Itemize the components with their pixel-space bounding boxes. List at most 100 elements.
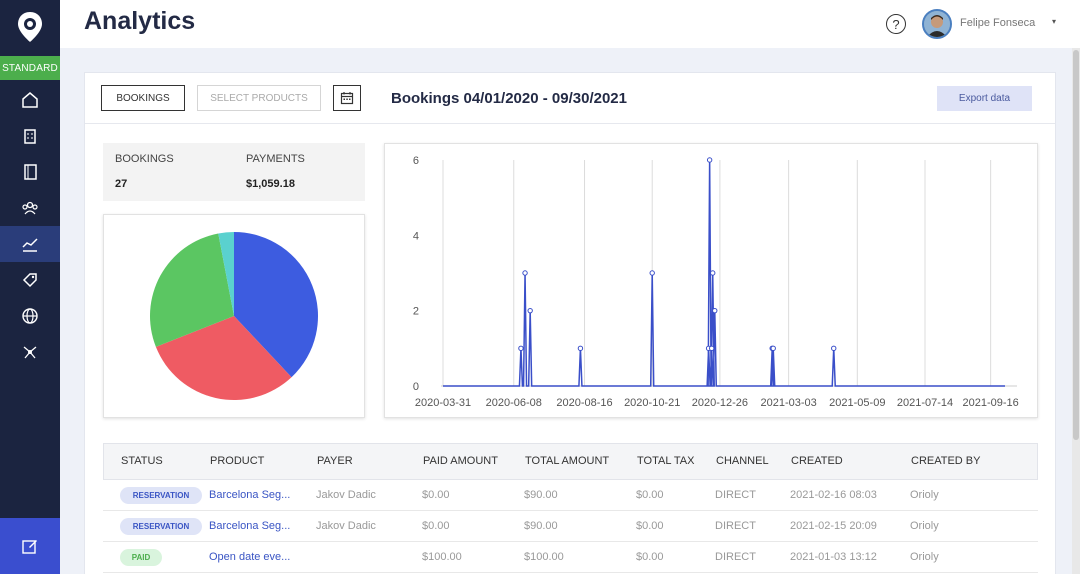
th-product[interactable]: PRODUCT (210, 455, 264, 467)
paid-amount-cell: $100.00 (422, 551, 462, 563)
data-point[interactable] (522, 270, 528, 276)
home-icon (22, 92, 38, 108)
payer-cell: Jakov Dadic (316, 489, 376, 501)
location-pin-logo-icon (18, 12, 42, 42)
tag-icon (22, 273, 37, 288)
y-tick-label: 6 (413, 155, 419, 167)
y-tick-label: 2 (413, 306, 419, 318)
payments-summary-label: PAYMENTS (246, 153, 305, 165)
product-link[interactable]: Open date eve... (209, 551, 290, 563)
status-badge: PAID (120, 549, 162, 566)
th-paid-amount[interactable]: PAID AMOUNT (423, 455, 498, 467)
bookings-button[interactable]: BOOKINGS (101, 85, 185, 111)
table-row[interactable]: RESERVATION Barcelona Seg... Jakov Dadic… (103, 480, 1038, 511)
th-total-amount[interactable]: TOTAL AMOUNT (525, 455, 609, 467)
export-data-button[interactable]: Export data (937, 86, 1032, 111)
x-tick-label: 2020-10-21 (624, 397, 680, 409)
table-header: STATUS PRODUCT PAYER PAID AMOUNT TOTAL A… (103, 443, 1038, 480)
table-row[interactable]: PAID Open date eve... $100.00 $100.00 $0… (103, 542, 1038, 573)
nav-bookings[interactable] (0, 154, 60, 190)
data-point[interactable] (710, 270, 716, 276)
bookings-summary-label: BOOKINGS (115, 153, 174, 165)
created-cell: 2021-02-15 20:09 (790, 520, 877, 532)
line-chart-panel: 2020-03-31 2020-06-08 2020-08-16 2020-10-21… (384, 143, 1038, 418)
th-created[interactable]: CREATED (791, 455, 843, 467)
nav-home[interactable] (0, 82, 60, 118)
data-point[interactable] (649, 270, 655, 276)
paid-amount-cell: $0.00 (422, 520, 450, 532)
product-link[interactable]: Barcelona Seg... (209, 520, 290, 532)
payer-cell: Jakov Dadic (316, 520, 376, 532)
total-amount-cell: $90.00 (524, 520, 558, 532)
data-point[interactable] (518, 345, 524, 352)
line-chart: 2020-03-31 2020-06-08 2020-08-16 2020-10-21… (413, 155, 1019, 409)
data-point[interactable] (527, 307, 533, 314)
plan-badge: STANDARD (0, 56, 60, 80)
nav-properties[interactable] (0, 118, 60, 154)
select-products-button[interactable]: SELECT PRODUCTS (197, 85, 321, 111)
data-point[interactable] (706, 157, 713, 163)
user-name[interactable]: Felipe Fonseca (960, 17, 1035, 29)
toolbar: BOOKINGS SELECT PRODUCTS Bookings 04/01/… (85, 73, 1055, 124)
avatar[interactable] (922, 9, 952, 39)
total-tax-cell: $0.00 (636, 551, 664, 563)
channel-cell: DIRECT (715, 520, 756, 532)
header: Analytics ? Felipe Fonseca ▾ (60, 0, 1080, 48)
data-point[interactable] (770, 345, 776, 352)
page-title: Analytics (84, 7, 196, 35)
edit-icon (22, 540, 37, 554)
th-created-by[interactable]: CREATED BY (911, 455, 980, 467)
logo[interactable] (0, 0, 60, 54)
analytics-card: BOOKINGS SELECT PRODUCTS Bookings 04/01/… (84, 72, 1056, 574)
total-tax-cell: $0.00 (636, 489, 664, 501)
nav-customers[interactable] (0, 190, 60, 226)
book-icon (24, 164, 37, 180)
calendar-icon (340, 92, 354, 105)
th-payer[interactable]: PAYER (317, 455, 353, 467)
status-badge: RESERVATION (120, 518, 202, 535)
product-link[interactable]: Barcelona Seg... (209, 489, 290, 501)
th-total-tax[interactable]: TOTAL TAX (637, 455, 694, 467)
x-tick-label: 2020-03-31 (415, 397, 471, 409)
avatar-image (924, 11, 950, 37)
date-range-title: Bookings 04/01/2020 - 09/30/2021 (391, 90, 627, 107)
compose-button[interactable] (0, 518, 60, 574)
y-tick-label: 0 (413, 381, 419, 393)
table-row[interactable]: RESERVATION Barcelona Seg... Jakov Dadic… (103, 511, 1038, 542)
nav-pricing[interactable] (0, 262, 60, 298)
total-amount-cell: $90.00 (524, 489, 558, 501)
status-badge: RESERVATION (120, 487, 202, 504)
help-icon[interactable]: ? (886, 14, 906, 34)
data-point[interactable] (577, 345, 584, 352)
channel-cell: DIRECT (715, 551, 756, 563)
calendar-button[interactable] (333, 85, 361, 111)
th-status[interactable]: STATUS (121, 455, 163, 467)
paid-amount-cell: $0.00 (422, 489, 450, 501)
data-point[interactable] (708, 345, 715, 352)
sidebar: STANDARD (0, 0, 60, 574)
x-tick-label: 2020-08-16 (556, 397, 612, 409)
nav-analytics[interactable] (0, 226, 60, 262)
payments-summary-value: $1,059.18 (246, 178, 295, 190)
nav-integrations[interactable] (0, 334, 60, 370)
globe-icon (22, 308, 38, 324)
x-tick-label: 2021-03-03 (760, 397, 816, 409)
x-tick-label: 2020-06-08 (486, 397, 542, 409)
y-tick-label: 4 (413, 230, 419, 242)
created-by-cell: Orioly (910, 489, 939, 501)
bookings-summary-value: 27 (115, 178, 128, 190)
th-channel[interactable]: CHANNEL (716, 455, 769, 467)
created-by-cell: Orioly (910, 551, 939, 563)
pie-chart (150, 232, 318, 400)
total-tax-cell: $0.00 (636, 520, 664, 532)
data-point[interactable] (831, 345, 837, 352)
data-point[interactable] (712, 307, 718, 314)
scrollbar-thumb[interactable] (1073, 50, 1079, 440)
nav-website[interactable] (0, 298, 60, 334)
created-cell: 2021-02-16 08:03 (790, 489, 877, 501)
created-cell: 2021-01-03 13:12 (790, 551, 877, 563)
chevron-down-icon[interactable]: ▾ (1052, 17, 1056, 26)
total-amount-cell: $100.00 (524, 551, 564, 563)
analytics-icon (22, 238, 38, 252)
summary-panel: BOOKINGS 27 PAYMENTS $1,059.18 (103, 143, 365, 201)
